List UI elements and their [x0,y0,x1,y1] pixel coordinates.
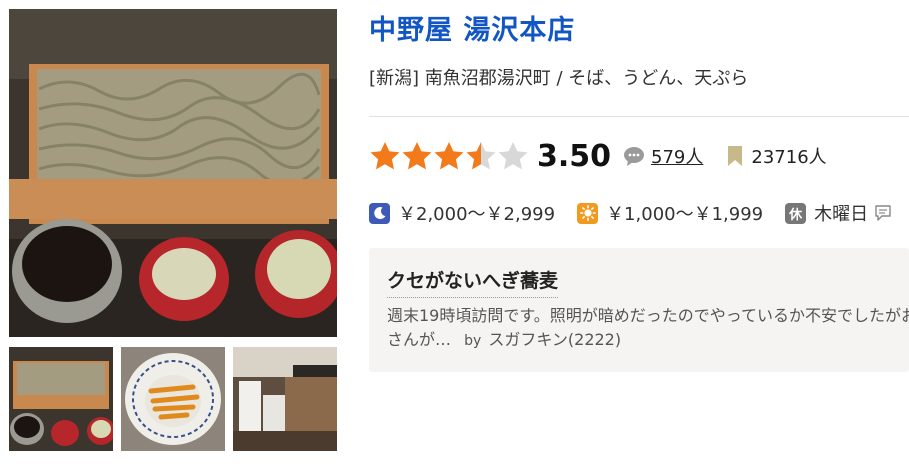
bookmark-count: 23716人 [751,147,827,168]
review-by-label: by [464,333,482,349]
closed-day-icon: 休 [785,202,807,224]
dinner-price: ￥2,000～￥2,999 [398,204,556,225]
star-icon [466,142,496,170]
thumbnail-pickles[interactable] [121,347,225,451]
star-icon [402,142,432,170]
star-rating [369,141,529,171]
star-icon [370,142,400,170]
comment-icon[interactable] [874,204,892,222]
moon-icon [369,202,390,224]
thumbnail-soba[interactable] [9,347,113,451]
bookmark-icon [728,146,743,166]
lunch-price: ￥1,000～￥1,999 [606,204,764,225]
main-photo[interactable] [9,9,337,337]
closed-day: 木曜日 [814,204,869,225]
divider [369,116,909,117]
rating-score: 3.50 [537,138,612,174]
thumbnail-interior[interactable] [233,347,337,451]
review-excerpt-block: 週末19時頃訪問です。照明が暗めだったのでやっているか不安でしたがお客さんが… … [387,304,909,353]
sun-icon [577,202,599,224]
star-icon [434,142,464,170]
review-card[interactable]: クセがないへぎ蕎麦 週末19時頃訪問です。照明が暗めだったのでやっているか不安で… [369,248,909,372]
rating-row: 3.50 579人 23716人 [369,137,827,175]
star-icon [498,142,528,170]
review-title[interactable]: クセがないへぎ蕎麦 [387,266,559,298]
speech-bubble-icon [624,147,645,166]
price-row: ￥2,000～￥2,999 ￥1,000～￥1,999 休 木曜日 [369,199,892,227]
area-genre-line: [新潟] 南魚沼郡湯沢町 / そば、うどん、天ぷら [369,68,749,89]
review-count-link[interactable]: 579人 [651,143,703,169]
restaurant-name[interactable]: 中野屋 湯沢本店 [369,8,575,47]
review-author[interactable]: スガフキン(2222) [488,330,621,349]
